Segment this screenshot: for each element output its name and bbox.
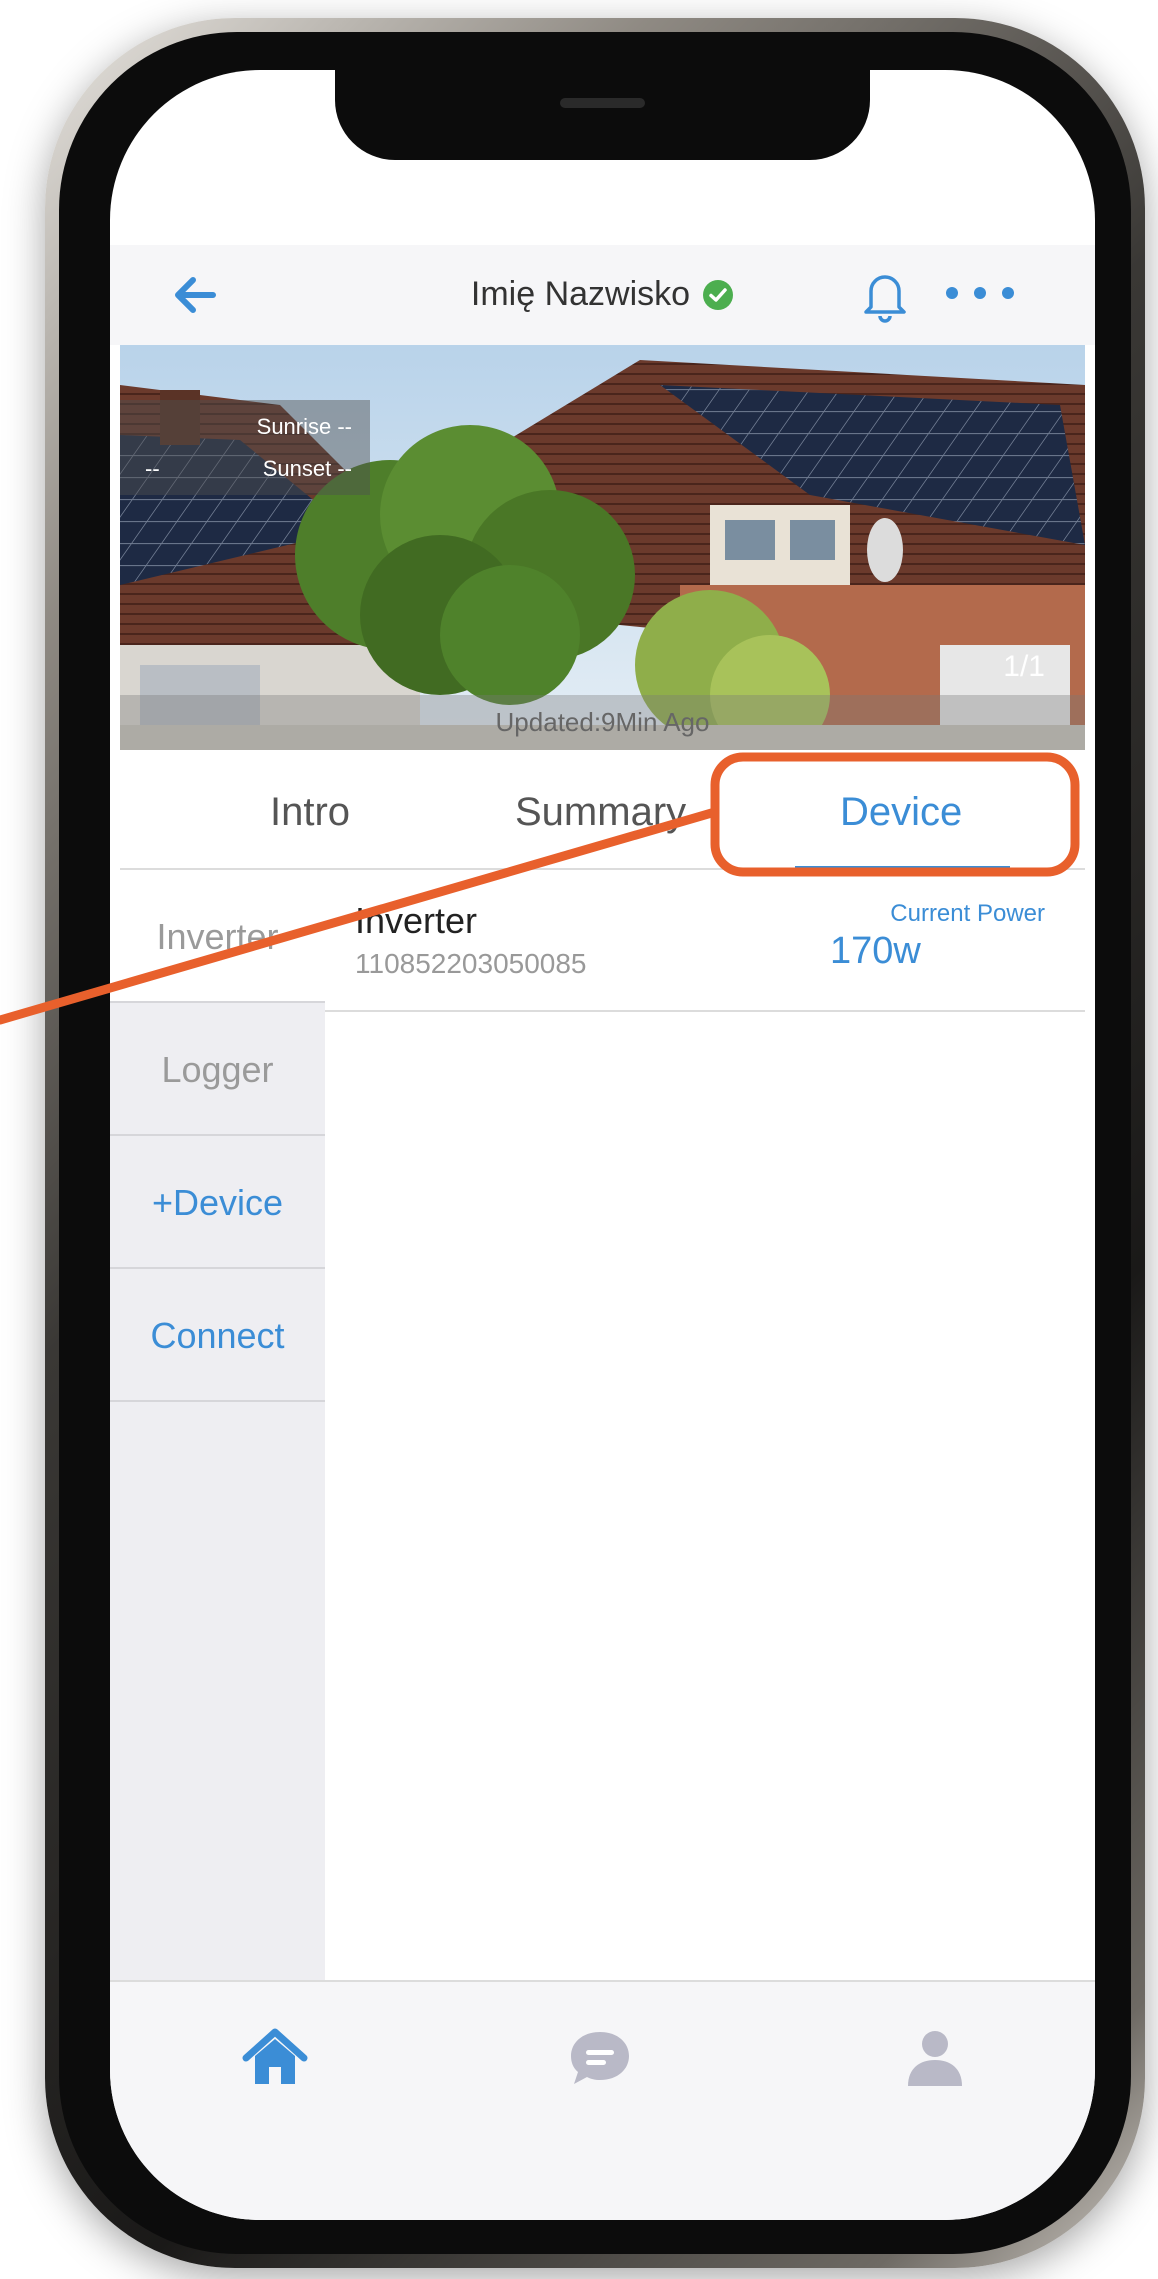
plant-photo-banner[interactable]: Sunrise -- -- Sunset -- 1/1 Updated:9Min… — [120, 345, 1085, 750]
side-item-add-device[interactable]: +Device — [110, 1136, 325, 1269]
speaker — [560, 98, 645, 108]
sunset-prefix: -- — [145, 456, 160, 481]
app-header: Imię Nazwisko — [110, 245, 1095, 345]
bottom-navigation — [110, 1980, 1095, 2220]
app-screen: Imię Nazwisko Sunrise -- -- Sunset -- 1/… — [110, 70, 1095, 2220]
tab-summary[interactable]: Summary — [515, 790, 686, 835]
chat-bubble-icon[interactable] — [565, 2022, 635, 2092]
tab-intro[interactable]: Intro — [270, 790, 350, 835]
bell-icon[interactable] — [855, 265, 915, 325]
check-circle-icon — [703, 279, 734, 310]
current-power-value: 170w — [830, 930, 921, 972]
tab-device[interactable]: Device — [840, 790, 962, 835]
side-item-inverter[interactable]: Inverter — [110, 870, 325, 1003]
user-icon[interactable] — [900, 2022, 970, 2092]
tab-bar: Intro Summary Device — [120, 750, 1085, 870]
page-title: Imię Nazwisko — [470, 275, 691, 313]
side-item-logger[interactable]: Logger — [110, 1003, 325, 1136]
current-power-label: Current Power — [890, 900, 1045, 927]
device-type-menu: Inverter Logger +Device Connect — [110, 870, 325, 1980]
device-list-item[interactable]: Inverter 110852203050085 Current Power 1… — [325, 870, 1085, 1012]
sunset-text: Sunset -- — [262, 456, 352, 481]
side-item-connect[interactable]: Connect — [110, 1269, 325, 1402]
photo-page-counter: 1/1 — [1003, 650, 1045, 683]
device-serial: 110852203050085 — [355, 948, 587, 979]
sun-times-box: Sunrise -- -- Sunset -- — [120, 400, 370, 495]
home-icon[interactable] — [240, 2022, 310, 2092]
device-name: Inverter — [355, 900, 478, 941]
updated-status: Updated:9Min Ago — [120, 695, 1085, 750]
more-horizontal-icon[interactable] — [940, 281, 1020, 305]
notch — [335, 70, 870, 160]
sunrise-text: Sunrise -- — [256, 414, 352, 439]
